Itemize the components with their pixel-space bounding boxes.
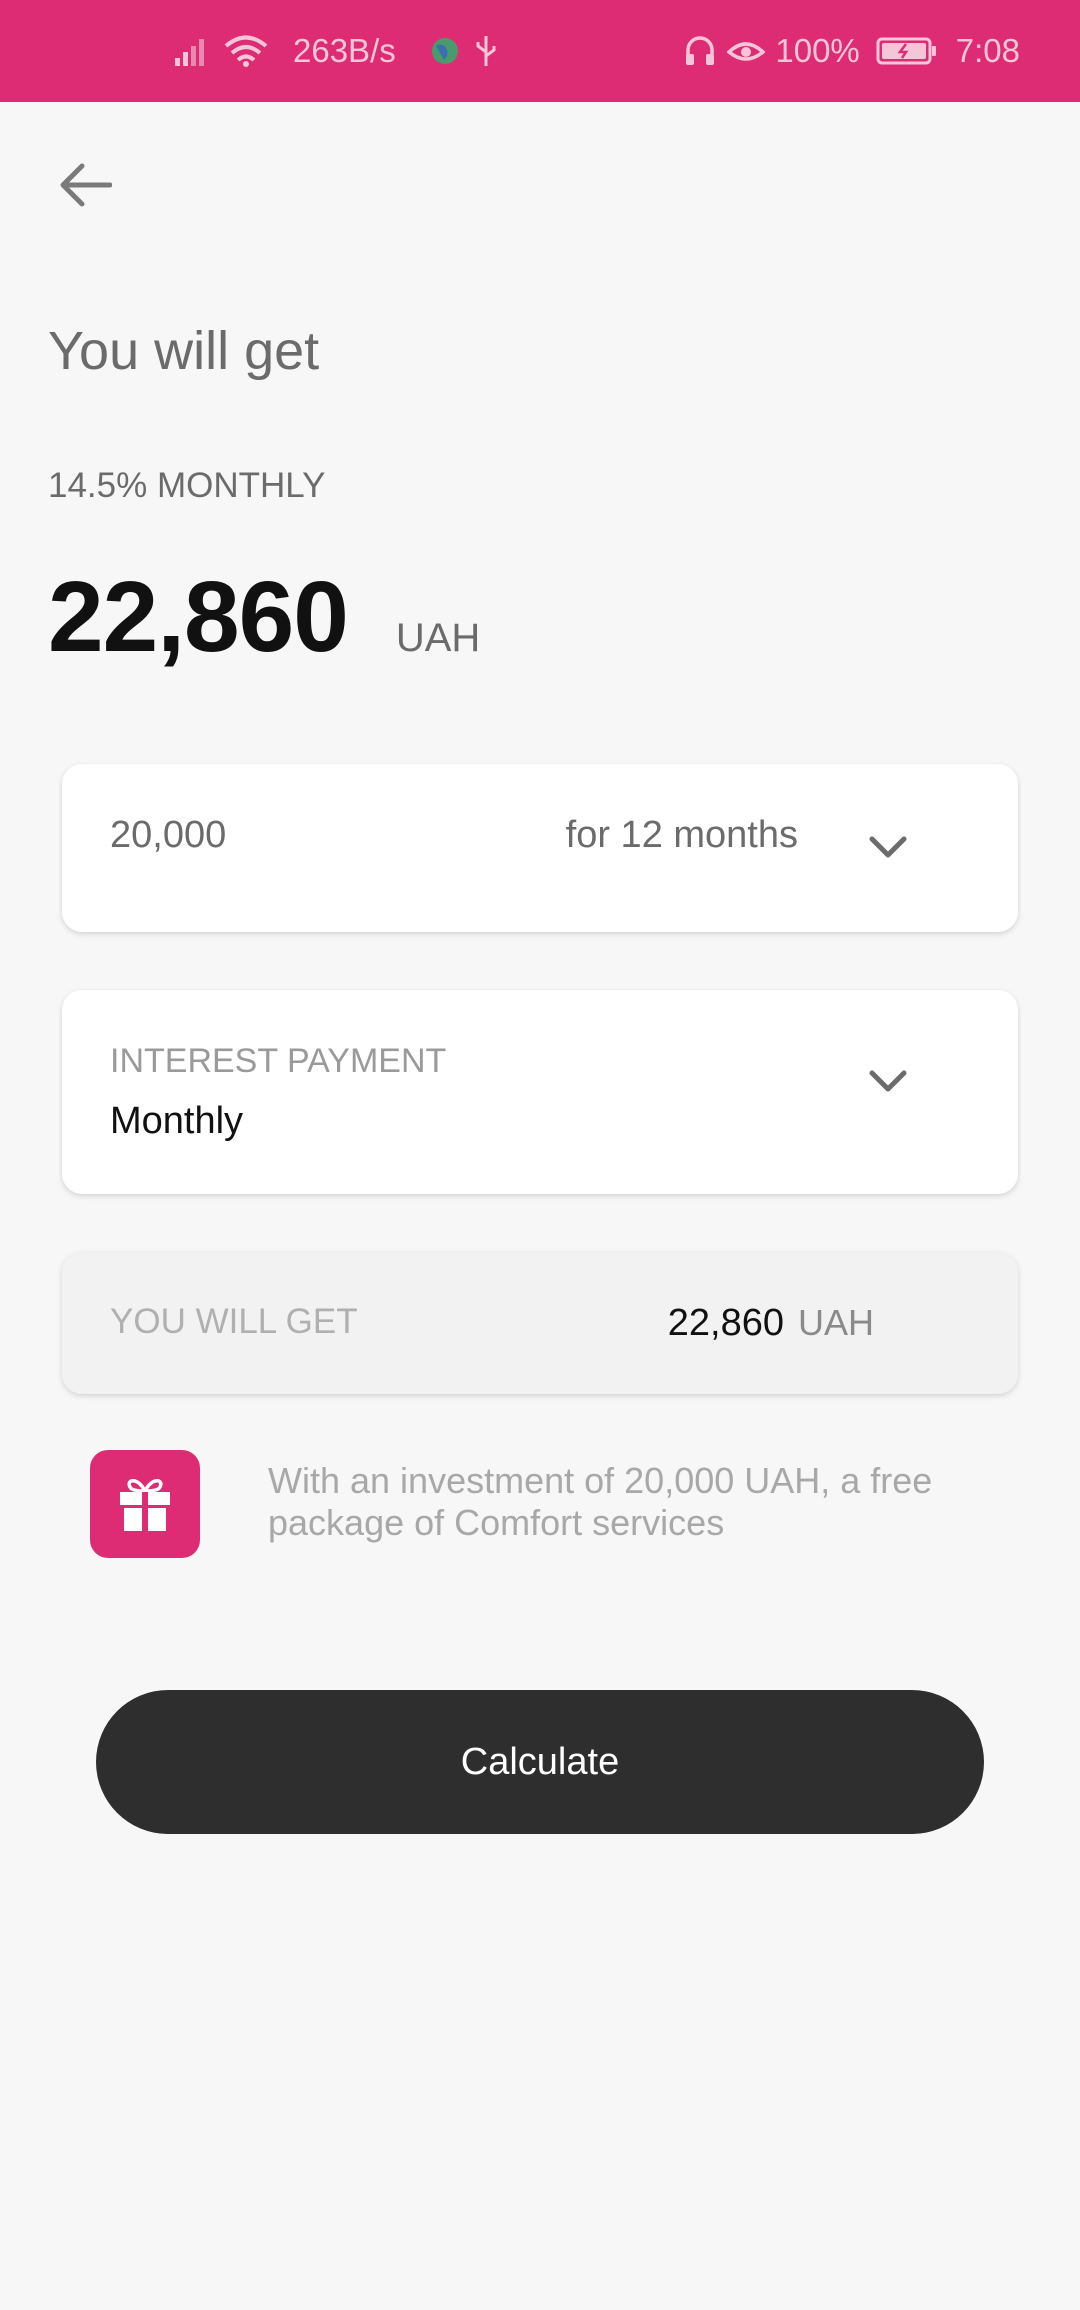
status-bar-right: 100% 7:08 <box>683 0 1020 102</box>
result-amount-currency: UAH <box>797 1302 874 1343</box>
status-bar: 263B/s 100% 7:08 <box>0 0 1080 102</box>
gift-badge <box>90 1450 200 1558</box>
result-amount: 22,860 UAH <box>668 1302 874 1345</box>
calculate-button[interactable]: Calculate <box>96 1690 984 1834</box>
headphones-icon <box>683 34 717 68</box>
clock: 7:08 <box>955 32 1020 69</box>
deposit-amount-value: 20,000 <box>110 814 227 856</box>
interest-payment-value: Monthly <box>110 1100 244 1142</box>
total-amount-currency: UAH <box>395 616 481 660</box>
arrow-left-icon <box>60 163 112 207</box>
globe-icon <box>430 36 460 66</box>
network-speed: 263B/s <box>293 32 396 69</box>
battery-percent: 100% <box>775 32 860 69</box>
rate-label: 14.5% MONTHLY <box>48 466 326 505</box>
battery-icon <box>876 36 938 66</box>
total-amount: 22,860 UAH <box>48 560 480 675</box>
deposit-term-value: for 12 months <box>565 814 798 856</box>
deposit-amount-selector[interactable]: 20,000 for 12 months <box>62 764 1018 932</box>
gift-icon <box>120 1479 170 1531</box>
status-bar-left: 263B/s <box>175 0 498 102</box>
result-summary: YOU WILL GET 22,860 UAH <box>62 1252 1018 1394</box>
signal-icon <box>175 36 209 66</box>
result-amount-value: 22,860 <box>667 1302 784 1344</box>
wifi-icon <box>223 35 269 67</box>
interest-payment-selector[interactable]: INTEREST PAYMENT Monthly <box>62 990 1018 1194</box>
eye-icon <box>727 36 766 66</box>
chevron-down-icon <box>869 1070 907 1092</box>
total-amount-value: 22,860 <box>48 561 349 673</box>
chevron-down-icon <box>869 836 907 858</box>
page-title: You will get <box>48 321 320 381</box>
interest-payment-label: INTEREST PAYMENT <box>110 1042 447 1080</box>
promo-text: With an investment of 20,000 UAH, a free… <box>268 1460 933 1543</box>
back-button[interactable] <box>50 150 120 220</box>
usb-icon <box>474 34 498 68</box>
result-label: YOU WILL GET <box>110 1302 358 1341</box>
